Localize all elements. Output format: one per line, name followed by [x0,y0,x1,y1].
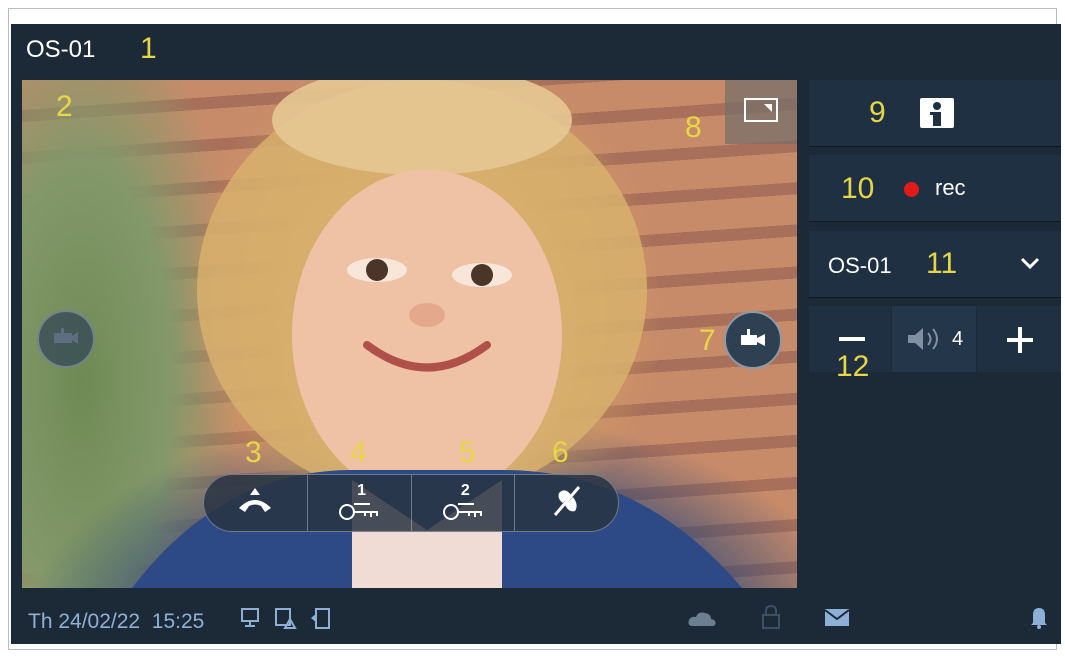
status-bar: Th 24/02/22 15:25 [11,590,1061,644]
bell-icon[interactable] [1030,605,1048,634]
monitor-icon [241,608,259,633]
call-action-bar: 1 2 [203,474,619,532]
lock-icon [761,604,781,635]
status-datetime: Th 24/02/22 15:25 [28,610,204,634]
handset-icon [235,486,275,521]
record-dot-icon [904,182,919,197]
hang-up-button[interactable] [204,475,308,531]
callout-12: 12 [836,350,870,383]
callout-11: 11 [926,247,958,280]
mic-off-icon [549,483,585,524]
envelope-icon[interactable] [824,608,850,633]
callout-10: 10 [841,172,875,205]
info-icon [920,98,954,133]
camera-switch-left-icon [51,325,81,354]
callout-5: 5 [459,436,476,469]
callout-8: 8 [685,111,702,144]
unlock-1-button[interactable]: 1 [308,475,412,531]
callout-9: 9 [869,96,886,129]
cloud-icon [687,610,717,633]
status-time: 15:25 [151,610,205,633]
chevron-down-icon [1019,255,1041,276]
record-label: rec [935,175,966,200]
key-1-icon: 1 [337,482,381,524]
pip-toggle-button[interactable] [725,80,797,144]
camera-switch-right-button[interactable] [724,311,782,369]
key-2-icon: 2 [441,482,485,524]
callout-2: 2 [56,90,73,123]
callout-4: 4 [350,436,367,469]
camera-switch-right-icon [738,326,768,355]
pip-toggle-icon [744,97,778,127]
door-exit-icon [309,608,331,635]
camera-switch-left-button[interactable] [37,310,95,368]
info-button[interactable] [809,80,1061,146]
source-select-value: OS-01 [828,253,892,278]
callout-1: 1 [140,32,157,65]
unlock-2-button[interactable]: 2 [412,475,516,531]
minus-icon [839,337,865,341]
no-disturb-icon [275,608,297,635]
volume-up-button[interactable] [977,306,1061,372]
callout-7: 7 [699,324,716,357]
plus-icon [1007,327,1033,358]
volume-value: 4 [952,328,964,350]
volume-level: 4 [892,306,976,372]
page-title: OS-01 [26,36,96,63]
status-date: Th 24/02/22 [28,610,141,633]
callout-3: 3 [245,436,262,469]
speaker-icon [906,326,944,357]
callout-6: 6 [552,436,569,469]
mute-button[interactable] [515,475,618,531]
